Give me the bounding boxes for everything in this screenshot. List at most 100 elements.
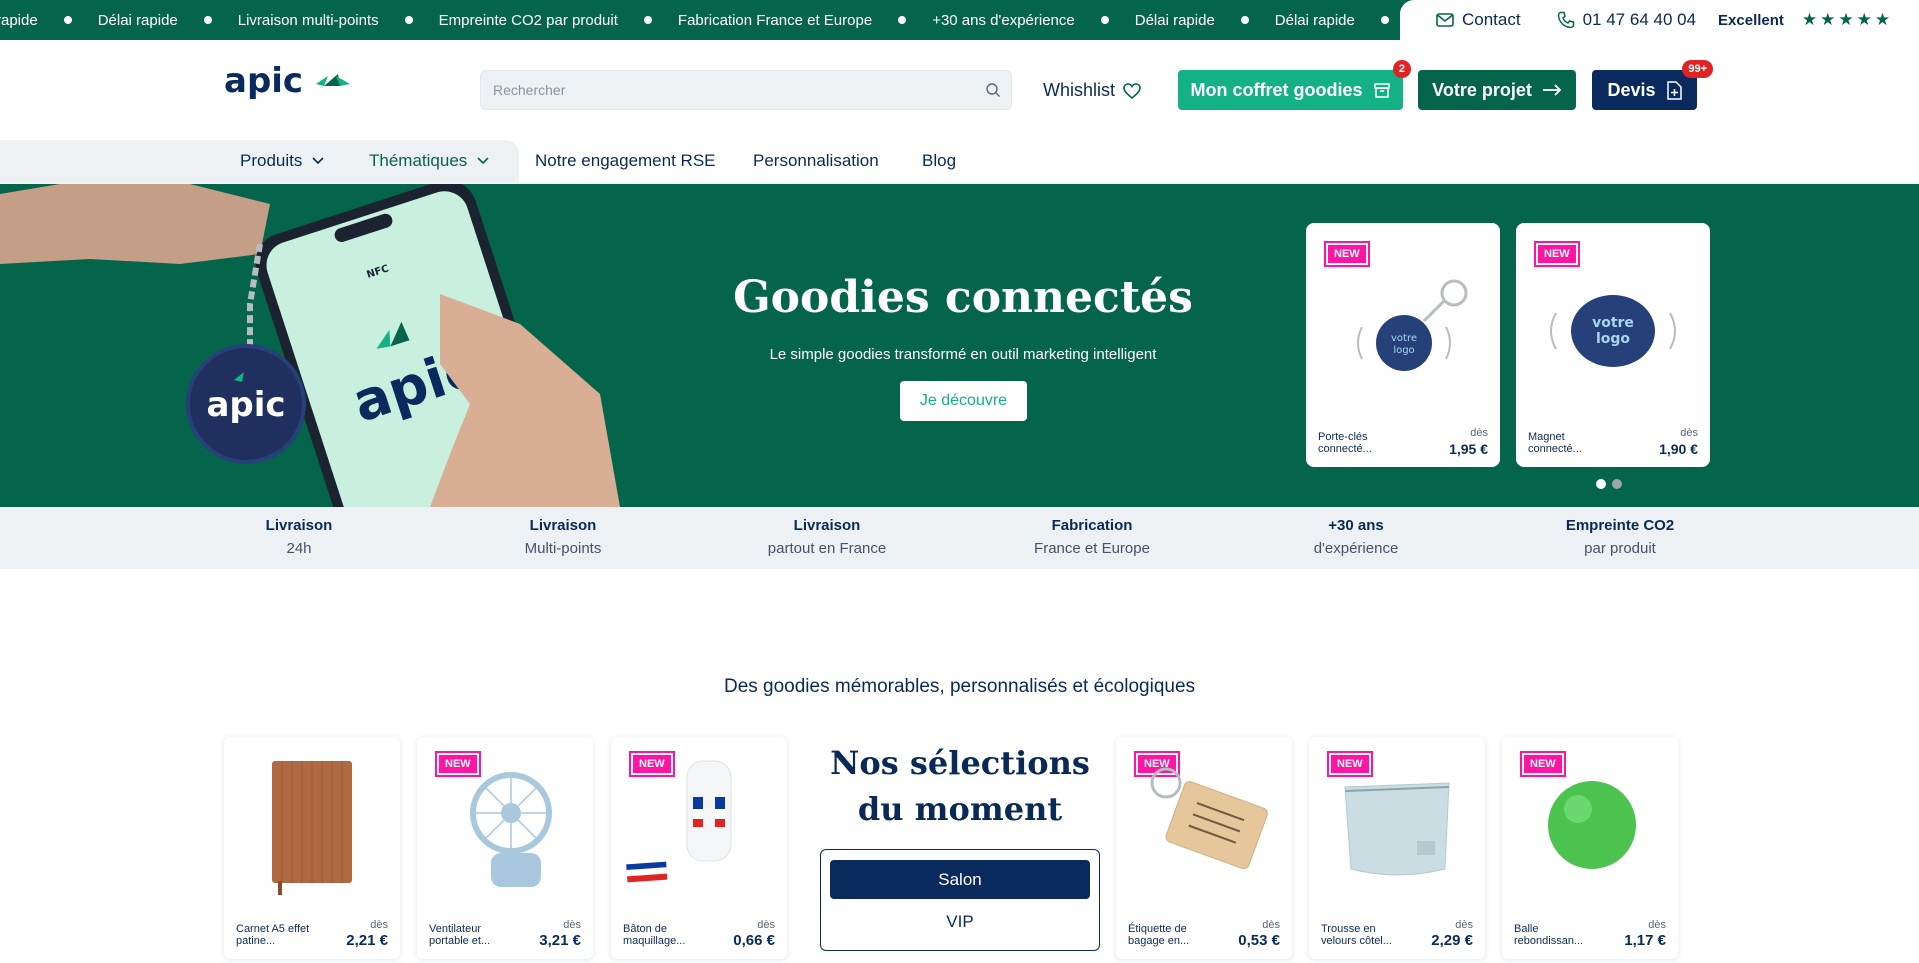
nav-item-blog[interactable]: Blog <box>922 151 956 171</box>
hero-cta-button[interactable]: Je découvre <box>900 381 1027 421</box>
features-bar: Livraison 24h Livraison Multi-points Liv… <box>0 507 1919 569</box>
carousel-dots <box>1596 479 1622 489</box>
selection-tab-salon[interactable]: Salon <box>830 860 1090 899</box>
phone-link[interactable]: 01 47 64 40 04 <box>1557 10 1696 30</box>
product-price: 1,17 € <box>1624 932 1666 949</box>
coffret-goodies-button[interactable]: Mon coffret goodies 2 <box>1178 60 1411 110</box>
carousel-dot[interactable] <box>1596 479 1606 489</box>
product-name: Magnet connecté... <box>1528 431 1582 455</box>
ticker-bullet <box>203 16 212 24</box>
product-name: Étiquette de bagage en... <box>1128 923 1190 947</box>
product-card[interactable]: NEW Bâton de maquillage... dès 0,66 € <box>611 737 787 959</box>
feature-title: Livraison <box>529 517 597 534</box>
heart-icon <box>1123 82 1141 99</box>
product-card[interactable]: Carnet A5 effet patine... dès 2,21 € <box>224 737 400 959</box>
selection-tab-vip[interactable]: VIP <box>830 904 1090 940</box>
ticker-item: +30 ans d'expérience <box>932 11 1075 29</box>
feature-subtitle: par produit <box>1584 540 1656 557</box>
search-icon[interactable] <box>985 82 1001 98</box>
product-image-fan <box>470 772 552 887</box>
product-price: 2,29 € <box>1431 932 1473 949</box>
ticker-item: rapide <box>0 11 38 29</box>
product-name: Trousse en velours côtel... <box>1321 923 1392 947</box>
apic-logo[interactable]: apic <box>224 62 354 104</box>
feature-item: Empreinte CO2 par produit <box>1520 517 1720 557</box>
price-prefix: dès <box>1455 919 1473 931</box>
rating-stars-icon: ★★★★★ <box>1801 10 1894 29</box>
product-image-makeup-stick <box>626 760 732 883</box>
ticker-bullet <box>404 16 413 24</box>
product-image-ball <box>1548 781 1636 869</box>
price-prefix: dès <box>563 919 581 931</box>
product-name: Porte-clés connecté... <box>1318 431 1372 455</box>
feature-item: Fabrication France et Europe <box>992 517 1192 557</box>
ticker-item: Délai rapide <box>97 11 178 29</box>
feature-subtitle: 24h <box>286 540 312 557</box>
hero-phone-keychain-image[interactable]: apic NFC apic <box>0 184 620 507</box>
svg-text:logo: logo <box>1596 331 1630 347</box>
price-prefix: dès <box>1648 919 1666 931</box>
feature-title: Livraison <box>265 517 333 534</box>
product-image-pouch <box>1344 782 1450 876</box>
coffret-count-badge: 2 <box>1392 60 1411 78</box>
feature-title: +30 ans <box>1328 517 1384 534</box>
nav-item-produits[interactable]: Produits <box>240 151 324 171</box>
feature-title: Empreinte CO2 <box>1565 517 1675 534</box>
product-price: 1,90 € <box>1659 441 1698 457</box>
devis-button[interactable]: Devis 99+ <box>1592 60 1713 110</box>
gift-box-icon <box>1373 83 1390 98</box>
search-input[interactable] <box>481 71 1011 109</box>
price-prefix: dès <box>370 919 388 931</box>
hero-product-card[interactable]: NEW votre logo Magnet connecté... dès 1,… <box>1516 223 1710 467</box>
section-title: Des goodies mémorables, personnalisés et… <box>723 676 1196 697</box>
product-image-magnet: votre logo <box>1550 295 1676 367</box>
svg-text:apic: apic <box>206 385 285 425</box>
contact-link[interactable]: Contact <box>1436 10 1521 30</box>
feature-title: Fabrication <box>1051 517 1133 534</box>
nav-item-rse[interactable]: Notre engagement RSE <box>535 151 716 171</box>
ticker-item: Empreinte CO2 par produit <box>438 11 618 29</box>
chevron-down-icon <box>312 157 324 165</box>
product-price: 1,95 € <box>1449 441 1488 457</box>
feature-item: Livraison partout en France <box>727 517 927 557</box>
product-price: 2,21 € <box>346 932 388 949</box>
votre-projet-button[interactable]: Votre projet <box>1418 70 1576 110</box>
search-bar[interactable] <box>480 70 1012 110</box>
product-name: Ventilateur portable et... <box>429 923 491 947</box>
hero-subtitle: Le simple goodies transformé en outil ma… <box>769 346 1157 363</box>
product-price: 0,53 € <box>1238 932 1280 949</box>
top-ticker-bar: rapide Délai rapide Livraison multi-poin… <box>0 0 1919 40</box>
carousel-dot[interactable] <box>1612 479 1622 489</box>
product-image-keychain: votre logo <box>1357 279 1468 371</box>
nav-item-personnalisation[interactable]: Personnalisation <box>753 151 879 171</box>
site-header: apic Whishlist Mon coffret goodies 2 Vot… <box>0 40 1919 140</box>
product-card[interactable]: NEW Ventilateur portable et... dès 3,21 … <box>417 737 593 959</box>
devis-count-badge: 99+ <box>1682 60 1713 78</box>
product-price: 3,21 € <box>539 932 581 949</box>
product-card[interactable]: NEW Étiquette de bagage en... dès 0,53 € <box>1116 737 1292 959</box>
product-card[interactable]: NEW Trousse en velours côtel... dès 2,29… <box>1309 737 1485 959</box>
nav-item-thematiques[interactable]: Thématiques <box>369 151 489 171</box>
ticker-item: Livraison multi-points <box>237 11 379 29</box>
ticker-item: Délai rapide <box>1274 11 1355 29</box>
feature-item: Livraison 24h <box>199 517 399 557</box>
mail-icon <box>1436 13 1454 27</box>
hero-title: Goodies connectés <box>733 272 1193 323</box>
feature-subtitle: d'expérience <box>1313 540 1399 557</box>
hero-product-card[interactable]: NEW votre logo Porte-clés connecté... dè… <box>1306 223 1500 467</box>
feature-subtitle: Multi-points <box>524 540 602 557</box>
contact-label: Contact <box>1462 10 1521 29</box>
ticker-bullet <box>898 16 907 24</box>
selection-switcher: Salon VIP <box>820 849 1100 951</box>
price-prefix: dès <box>1680 427 1698 439</box>
product-price: 0,66 € <box>733 932 775 949</box>
ticker-bullet <box>1380 16 1389 24</box>
main-nav: Produits Thématiques Notre engagement RS… <box>0 140 1919 184</box>
wishlist-link[interactable]: Whishlist <box>1043 80 1141 101</box>
product-card[interactable]: NEW Balle rebondissan... dès 1,17 € <box>1502 737 1678 959</box>
product-name: Bâton de maquillage... <box>623 923 686 947</box>
nav-label: Produits <box>240 151 303 170</box>
ticker-bullet <box>1240 16 1249 24</box>
arrow-right-icon <box>1542 84 1562 96</box>
feature-subtitle: partout en France <box>767 540 887 557</box>
